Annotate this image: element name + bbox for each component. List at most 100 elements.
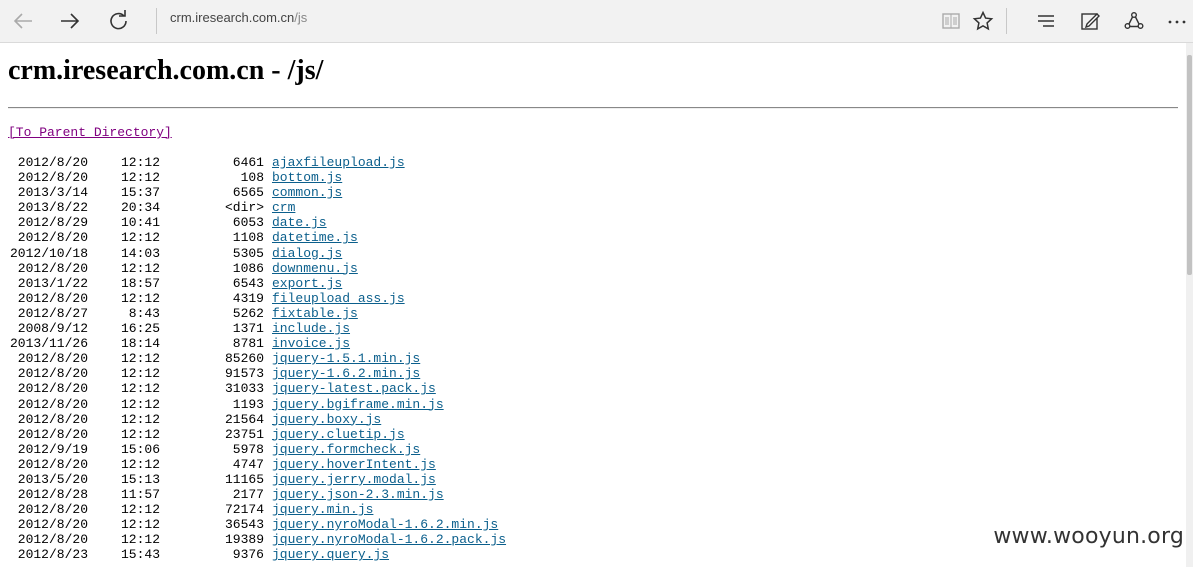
entry-date: 2012/8/20	[17, 290, 88, 306]
entry-link[interactable]: jquery.query.js	[272, 547, 389, 562]
share-icon	[1124, 12, 1144, 29]
entry-time: 15:37	[120, 185, 160, 201]
entry-link[interactable]: jquery.nyroModal-1.6.2.pack.js	[272, 532, 506, 547]
entry-link[interactable]: jquery-latest.pack.js	[272, 381, 436, 396]
reading-view-button[interactable]	[936, 6, 966, 36]
refresh-button[interactable]	[103, 6, 133, 36]
list-item: 2012/8/20 12:12 21564 jquery.boxy.js	[8, 412, 506, 427]
list-item: 2012/8/20 12:12 72174 jquery.min.js	[8, 502, 506, 517]
list-item: 2012/8/20 12:12 85260 jquery-1.5.1.min.js	[8, 351, 506, 366]
list-item: 2012/8/20 12:12 36543 jquery.nyroModal-1.6.…	[8, 517, 506, 532]
entry-link[interactable]: include.js	[272, 321, 350, 336]
address-bar[interactable]: crm.iresearch.com.cn/js	[170, 10, 307, 25]
entry-date: 2012/8/20	[17, 170, 88, 186]
entry-link[interactable]: jquery.boxy.js	[272, 412, 381, 427]
entry-size: 72174	[224, 502, 264, 518]
refresh-icon	[110, 10, 127, 30]
forward-button[interactable]	[55, 6, 85, 36]
title-divider	[8, 107, 1178, 109]
vertical-scrollbar[interactable]	[1186, 43, 1193, 567]
entry-size: 5262	[232, 305, 264, 321]
web-note-button[interactable]	[1075, 6, 1105, 36]
favorite-button[interactable]	[968, 6, 998, 36]
parent-directory-link[interactable]: [To Parent Directory]	[8, 125, 172, 140]
entry-link[interactable]: jquery.jerry.modal.js	[272, 472, 436, 487]
entry-link[interactable]: jquery.min.js	[272, 502, 373, 517]
entry-link[interactable]: jquery.cluetip.js	[272, 427, 405, 442]
entry-time: 12:12	[120, 366, 160, 382]
list-item: 2008/9/12 16:25 1371 include.js	[8, 321, 506, 336]
entry-date: 2012/8/20	[17, 396, 88, 412]
share-button[interactable]	[1119, 6, 1149, 36]
entry-time: 12:12	[120, 230, 160, 246]
entry-link[interactable]: common.js	[272, 185, 342, 200]
entry-size: 21564	[224, 411, 264, 427]
entry-size: 19389	[224, 532, 264, 548]
list-item: 2012/8/20 12:12 4747 jquery.hoverIntent.js	[8, 457, 506, 472]
entry-link[interactable]: fileupload ass.js	[272, 291, 405, 306]
list-item: 2013/8/22 20:34 <dir> crm	[8, 200, 506, 215]
entry-time: 12:12	[120, 396, 160, 412]
entry-time: 12:12	[120, 290, 160, 306]
entry-link[interactable]: crm	[272, 200, 295, 215]
entry-link[interactable]: export.js	[272, 276, 342, 291]
entry-size: 5305	[232, 245, 264, 261]
list-item: 2012/8/28 11:57 2177 jquery.json-2.3.min.js	[8, 487, 506, 502]
entry-link[interactable]: date.js	[272, 215, 327, 230]
entry-date: 2013/11/26	[9, 336, 88, 352]
list-item: 2012/8/20 12:12 1108 datetime.js	[8, 230, 506, 245]
list-item: 2012/8/20 12:12 31033 jquery-latest.pack.js	[8, 381, 506, 396]
list-item: 2012/8/20 12:12 23751 jquery.cluetip.js	[8, 427, 506, 442]
entry-size: 8781	[232, 336, 264, 352]
watermark: www.wooyun.org	[993, 524, 1184, 549]
page-title: crm.iresearch.com.cn - /js/	[8, 55, 324, 86]
entry-time: 12:12	[120, 426, 160, 442]
entry-link[interactable]: ajaxfileupload.js	[272, 155, 405, 170]
entry-link[interactable]: datetime.js	[272, 230, 358, 245]
list-item: 2012/8/20 12:12 6461 ajaxfileupload.js	[8, 155, 506, 170]
entry-date: 2012/8/20	[17, 502, 88, 518]
entry-size: 4319	[232, 290, 264, 306]
pen-note-icon	[1081, 13, 1100, 30]
list-item: 2012/9/19 15:06 5978 jquery.formcheck.js	[8, 442, 506, 457]
entry-date: 2013/5/20	[17, 471, 88, 487]
entry-time: 8:43	[128, 305, 160, 321]
entry-link[interactable]: jquery-1.6.2.min.js	[272, 366, 420, 381]
scrollbar-thumb[interactable]	[1187, 55, 1192, 275]
entry-size: 4747	[232, 456, 264, 472]
entry-link[interactable]: jquery.hoverIntent.js	[272, 457, 436, 472]
entry-size: 6461	[232, 155, 264, 170]
entry-link[interactable]: bottom.js	[272, 170, 342, 185]
list-item: 2013/3/14 15:37 6565 common.js	[8, 185, 506, 200]
entry-date: 2012/8/20	[17, 426, 88, 442]
back-button[interactable]	[8, 6, 38, 36]
entry-link[interactable]: downmenu.js	[272, 261, 358, 276]
more-button[interactable]	[1162, 6, 1192, 36]
entry-date: 2012/8/20	[17, 456, 88, 472]
entry-time: 12:12	[120, 381, 160, 397]
back-arrow-icon	[13, 13, 32, 29]
entry-link[interactable]: jquery-1.5.1.min.js	[272, 351, 420, 366]
hub-icon	[1038, 15, 1054, 27]
entry-link[interactable]: fixtable.js	[272, 306, 358, 321]
entry-size: 11165	[224, 471, 264, 487]
entry-link[interactable]: jquery.json-2.3.min.js	[272, 487, 444, 502]
entry-link[interactable]: jquery.bgiframe.min.js	[272, 397, 444, 412]
hub-button[interactable]	[1031, 6, 1061, 36]
entry-date: 2013/1/22	[17, 275, 88, 291]
entry-time: 12:12	[120, 532, 160, 548]
entry-size: 1108	[232, 230, 264, 246]
list-item: 2012/8/20 12:12 91573 jquery-1.6.2.min.js	[8, 366, 506, 381]
toolbar-separator	[1006, 8, 1007, 34]
entry-size: 23751	[224, 426, 264, 442]
entry-time: 10:41	[120, 215, 160, 231]
entry-link[interactable]: jquery.nyroModal-1.6.2.min.js	[272, 517, 498, 532]
list-item: 2013/5/20 15:13 11165 jquery.jerry.modal.js	[8, 472, 506, 487]
entry-link[interactable]: dialog.js	[272, 246, 342, 261]
entry-time: 12:12	[120, 411, 160, 427]
entry-link[interactable]: jquery.formcheck.js	[272, 442, 420, 457]
entry-size: 6543	[232, 275, 264, 291]
entry-link[interactable]: invoice.js	[272, 336, 350, 351]
entry-time: 12:12	[120, 260, 160, 276]
address-path: /js	[294, 10, 308, 25]
